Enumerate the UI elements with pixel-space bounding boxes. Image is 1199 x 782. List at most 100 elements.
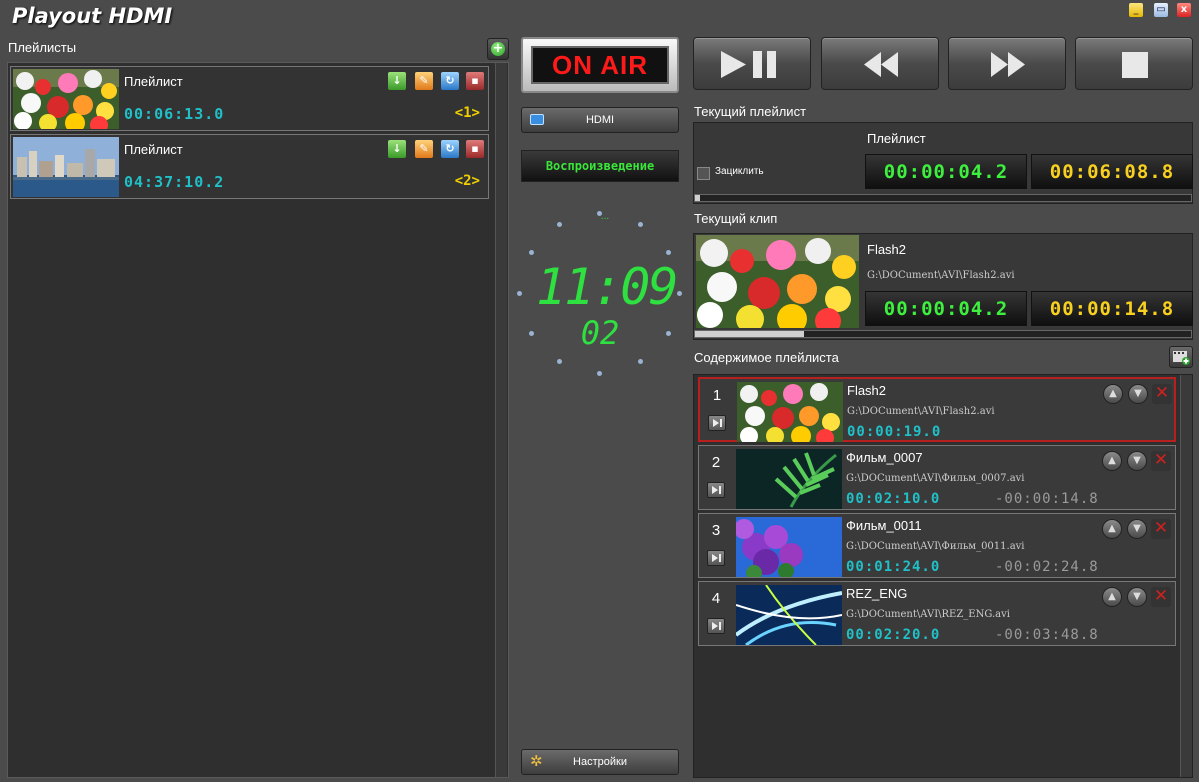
playlist-content-scrollbar[interactable] [1180,375,1192,777]
clip-path: G:\DOCument\AVI\Фильм_0007.avi [846,473,1025,484]
clock-dot [666,250,671,255]
playlist-content-label: Содержимое плейлиста [694,350,839,365]
clip-number: 1 [712,387,722,404]
clock-ampm: ... [600,212,610,222]
current-clip-label: Текущий клип [694,211,778,226]
clip-thumbnail [736,585,842,645]
edit-icon[interactable]: ✎ [415,140,433,158]
clip-duration: 00:02:10.0 [846,491,941,507]
clip-thumbnail [736,517,842,577]
clip-duration: 00:01:24.0 [846,559,941,575]
move-up-button[interactable]: ▲ [1102,519,1122,539]
move-up-button[interactable]: ▲ [1102,587,1122,607]
playback-status: Воспроизведение [521,150,679,182]
clock-dot [597,211,602,216]
playlist-name: Плейлист [124,142,183,157]
clip-progress-fill [695,331,805,337]
clock-dot [677,291,682,296]
playlist-index: <2> [454,173,480,189]
maximize-button[interactable]: ▭ [1154,3,1168,17]
current-clip-name: Flash2 [867,242,907,257]
clock-dot [517,291,522,296]
clip-number: 3 [711,522,721,539]
clip-progress-bar[interactable] [694,330,1192,338]
edit-icon[interactable]: ✎ [415,72,433,90]
playlist-progress-bar[interactable] [694,194,1192,202]
clip-duration: 00:02:20.0 [846,627,941,643]
move-down-button[interactable]: ▼ [1127,451,1147,471]
clip-remaining: -00:00:14.8 [995,491,1099,507]
fast-forward-button[interactable] [948,37,1066,90]
clock-dot [638,222,643,227]
clock-dot [529,331,534,336]
refresh-icon[interactable]: ↻ [441,140,459,158]
playlist-duration: 04:37:10.2 [124,173,225,191]
move-down-button[interactable]: ▼ [1127,519,1147,539]
remove-clip-button[interactable]: ✕ [1151,587,1171,607]
play-clip-button[interactable] [707,550,725,566]
clock-dot [557,222,562,227]
clip-row[interactable]: 1 Flash2 G:\DOCument\AVI\Flash2.avi 00:0… [698,377,1176,442]
play-clip-button[interactable] [707,482,725,498]
settings-button[interactable]: ✲ Настройки [521,749,679,775]
move-down-button[interactable]: ▼ [1127,587,1147,607]
clip-remaining-time: 00:00:14.8 [1031,291,1193,326]
playlist-remaining-time: 00:06:08.8 [1031,154,1193,189]
clip-thumbnail [736,449,842,509]
move-up-button[interactable]: ▲ [1103,384,1123,404]
add-playlist-button[interactable]: + [487,38,509,60]
play-pause-button[interactable] [693,37,811,90]
current-clip-thumbnail [696,235,859,328]
delete-icon[interactable]: ▪ [466,72,484,90]
remove-clip-button[interactable]: ✕ [1152,384,1172,404]
play-clip-button[interactable] [707,618,725,634]
playlist-thumbnail [13,69,119,129]
clip-remaining: -00:03:48.8 [995,627,1099,643]
play-clip-button[interactable] [708,415,726,431]
delete-icon[interactable]: ▪ [466,140,484,158]
clip-row[interactable]: 2 Фильм_0007 G:\DOCument\AVI\Фильм_0007.… [698,445,1176,510]
clip-row[interactable]: 3 Фильм_0011 G:\DOCument\AVI\Фильм_0011.… [698,513,1176,578]
rewind-button[interactable] [821,37,939,90]
clip-thumbnail [737,382,843,442]
play-pause-icon [721,51,776,78]
clock-dot [557,359,562,364]
move-up-button[interactable]: ▲ [1102,451,1122,471]
stop-button[interactable] [1075,37,1193,90]
load-icon[interactable]: ↓ [388,72,406,90]
playlists-label: Плейлисты [8,40,77,55]
clock-dot [638,359,643,364]
playlist-duration: 00:06:13.0 [124,105,225,123]
minimize-button[interactable]: _ [1129,3,1143,17]
output-hdmi-button[interactable]: HDMI [521,107,679,133]
monitor-icon [530,114,544,125]
playlist-item[interactable]: Плейлист ↓ ✎ ↻ ▪ 00:06:13.0 <1> [10,66,489,131]
remove-clip-button[interactable]: ✕ [1151,451,1171,471]
playlist-progress-fill [695,195,700,201]
remove-clip-button[interactable]: ✕ [1151,519,1171,539]
move-down-button[interactable]: ▼ [1128,384,1148,404]
rewind-icon [864,52,898,77]
playlists-scrollbar[interactable] [495,63,507,777]
playlist-item[interactable]: Плейлист ↓ ✎ ↻ ▪ 04:37:10.2 <2> [10,134,489,199]
playlist-elapsed-time: 00:00:04.2 [865,154,1027,189]
fast-forward-icon [991,52,1025,77]
film-add-icon [1173,351,1190,365]
close-button[interactable]: x [1177,3,1191,17]
playlist-name: Плейлист [124,74,183,89]
app-title: Playout HDMI [12,4,173,28]
clock-dot [529,250,534,255]
clip-row[interactable]: 4 REZ_ENG G:\DOCument\AVI\REZ_ENG.avi 00… [698,581,1176,646]
clip-path: G:\DOCument\AVI\Flash2.avi [847,406,995,417]
current-playlist-name: Плейлист [867,131,926,146]
loop-checkbox[interactable] [697,167,710,180]
clock-seconds: 02 [580,314,620,352]
refresh-icon[interactable]: ↻ [441,72,459,90]
on-air-label: ON AIR [531,46,669,84]
load-icon[interactable]: ↓ [388,140,406,158]
clip-number: 2 [711,454,721,471]
clip-path: G:\DOCument\AVI\Фильм_0011.avi [846,541,1025,552]
add-clip-button[interactable] [1169,346,1193,368]
clip-remaining: -00:02:24.8 [995,559,1099,575]
playlist-thumbnail [13,137,119,197]
